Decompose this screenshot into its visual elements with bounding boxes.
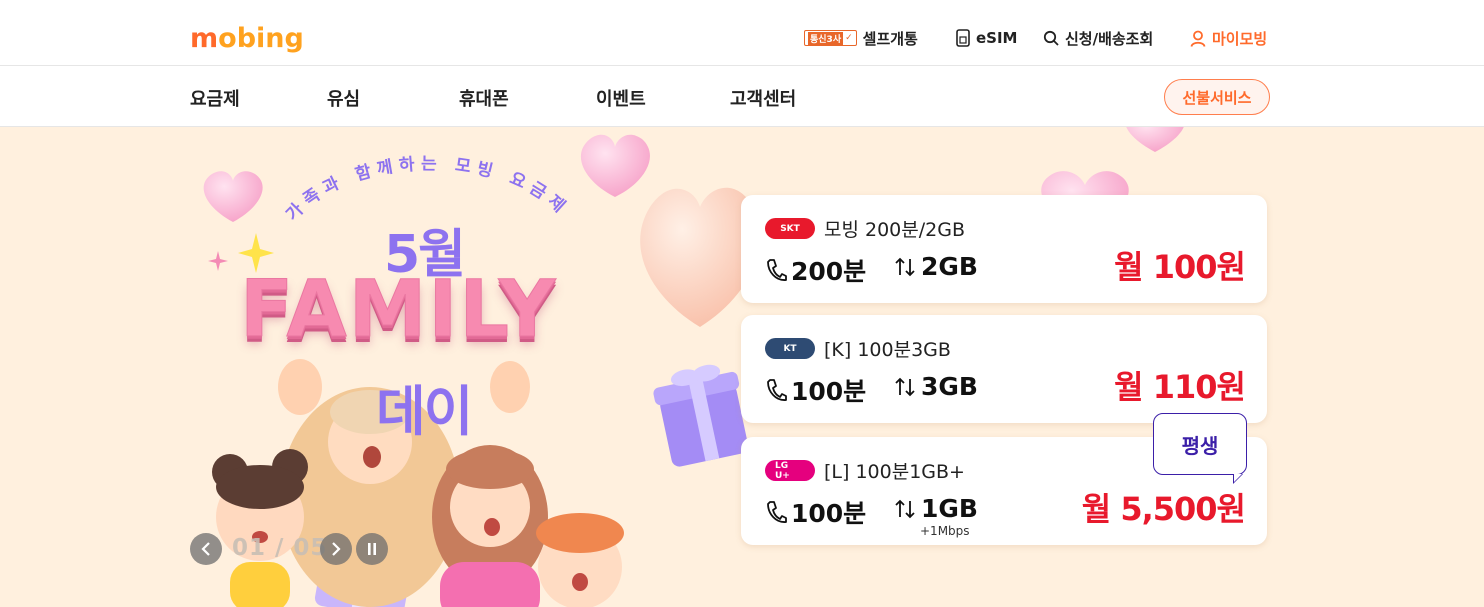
nav-item-usim[interactable]: 유심 [327,85,360,111]
plan-data: 2GB [893,252,978,281]
carrier-badge: KT [765,338,815,359]
heart-shape [1126,127,1184,152]
carrier-badge: SKT [765,218,815,239]
plan-name: 모빙 200분/2GB [824,219,965,241]
phone-icon [767,501,787,523]
my-page-link[interactable]: 마이모빙 [1190,27,1267,49]
plan-price: 월 100원 [1114,248,1246,286]
hero-day: 데이 [376,380,473,443]
data-arrows-icon [895,377,915,396]
nav-item-events[interactable]: 이벤트 [596,85,646,111]
three-carriers-badge: 통신3사 ✓ [804,30,857,46]
carrier-badge: LG U+ [765,460,815,481]
plan-speed-extra: +1Mbps [920,524,970,538]
logo-mark: m [190,23,219,54]
carousel-pager: 01 / 05 [232,535,328,561]
plan-data-value: 2GB [921,252,978,281]
order-tracking-link[interactable]: 신청/배송조회 [1043,27,1153,49]
plan-data-value: 3GB [921,372,978,401]
prepaid-service-button[interactable]: 선불서비스 [1164,79,1270,115]
main-nav: 요금제 유심 휴대폰 이벤트 고객센터 선불서비스 [0,66,1484,127]
order-tracking-label: 신청/배송조회 [1065,29,1154,48]
carousel-prev-button[interactable] [190,533,222,565]
plan-data: 1GB [893,494,978,523]
phone-icon [767,379,787,401]
plan-data: 3GB [893,372,978,401]
plan-name: [K] 100분3GB [824,339,951,361]
hero-headline: FAMILY [239,265,558,356]
nav-item-phones[interactable]: 휴대폰 [459,85,509,111]
plan-card-skt[interactable]: SKT 모빙 200분/2GB 200분 2GB 월 100원 [741,195,1267,303]
self-activation-label: 셀프개통 [862,29,918,48]
plan-data-value: 1GB [921,494,978,523]
plan-card-kt[interactable]: KT [K] 100분3GB 100분 3GB 월 110원 [741,315,1267,423]
self-activation-link[interactable]: 통신3사 ✓ 셀프개통 [804,27,918,49]
logo[interactable]: m obing [190,18,304,54]
data-arrows-icon [895,257,915,276]
carousel-pause-button[interactable] [356,533,388,565]
chevron-left-icon [201,542,210,556]
nav-item-customer-center[interactable]: 고객센터 [730,85,796,111]
top-header: m obing 통신3사 ✓ 셀프개통 eSIM 신청/배송조회 마이모빙 [0,0,1484,66]
data-arrows-icon [895,499,915,518]
plan-voice-value: 100분 [791,499,867,528]
phone-icon [767,259,787,281]
user-icon [1190,30,1206,47]
plan-voice: 100분 [765,372,866,408]
esim-link[interactable]: eSIM [956,27,1017,49]
chevron-right-icon [332,542,341,556]
plan-voice: 200분 [765,252,866,288]
pause-icon [368,543,376,555]
plan-voice-value: 100분 [791,377,867,406]
gift-box-decoration [653,364,749,467]
plan-name: [L] 100분1GB+ [824,461,965,483]
sim-icon [956,29,970,47]
logo-text: obing [218,23,304,54]
my-page-label: 마이모빙 [1212,29,1268,48]
esim-label: eSIM [976,29,1018,47]
search-icon [1043,30,1059,46]
lifetime-badge: 평생 [1153,413,1247,484]
plan-voice-value: 200분 [791,257,867,286]
plan-price: 월 5,500원 [1081,490,1246,528]
nav-item-plans[interactable]: 요금제 [190,85,240,111]
carousel-next-button[interactable] [320,533,352,565]
plan-voice: 100분 [765,494,866,530]
plan-price: 월 110원 [1114,368,1246,406]
